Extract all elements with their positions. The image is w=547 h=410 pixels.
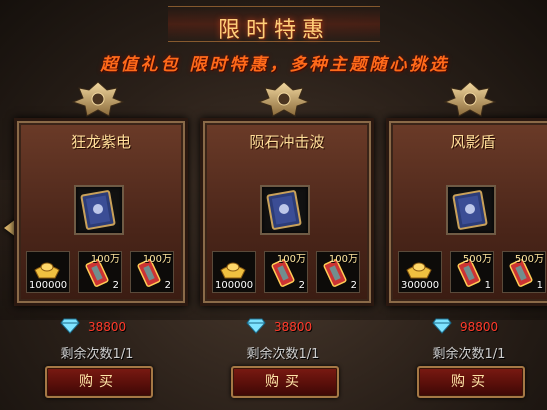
reward-count: 300000 [401, 280, 440, 291]
reward-slot[interactable]: 100万 2 [78, 251, 122, 293]
reward-items: 300000 500万 1 500万 1 [396, 251, 546, 293]
reward-slot[interactable]: 100000 [26, 251, 70, 293]
dragon-ornament-icon [63, 80, 133, 124]
offer-card: 风影盾 300000 500万 1 500万 1 [386, 118, 547, 306]
page-title: 限时特惠 [217, 18, 330, 43]
reward-count: 2 [350, 280, 357, 291]
dragon-ornament-icon [435, 80, 505, 124]
reward-count: 2 [298, 280, 305, 291]
reward-amount: 100万 [142, 254, 172, 265]
diamond-icon [60, 318, 80, 338]
reward-slot[interactable]: 500万 1 [450, 251, 494, 293]
reward-slot[interactable]: 100万 2 [316, 251, 360, 293]
reward-amount: 500万 [462, 254, 492, 265]
reward-count: 100000 [29, 280, 68, 291]
offer-card: 狂龙紫电 100000 100万 2 100万 2 [14, 118, 188, 306]
reward-amount: 100万 [276, 254, 306, 265]
remaining-count: 剩余次数1/1 [60, 347, 134, 362]
reward-count: 100000 [215, 280, 254, 291]
price-value: 38800 [274, 320, 313, 334]
diamond-icon [246, 318, 266, 338]
offer-card-name: 狂龙紫电 [70, 133, 131, 151]
reward-items: 100000 100万 2 100万 2 [24, 251, 174, 293]
buy-button[interactable]: 购买 [45, 366, 153, 398]
remaining-count: 剩余次数1/1 [432, 347, 506, 362]
skill-book-icon[interactable] [446, 185, 496, 235]
price-row: 38800 [246, 318, 386, 336]
reward-count: 1 [484, 280, 491, 291]
reward-count: 2 [112, 280, 119, 291]
remaining-count: 剩余次数1/1 [246, 347, 320, 362]
dragon-ornament-icon [249, 80, 319, 124]
price-value: 38800 [88, 320, 127, 334]
reward-slot[interactable]: 100000 [212, 251, 256, 293]
buy-button[interactable]: 购买 [231, 366, 339, 398]
reward-slot[interactable]: 100万 2 [130, 251, 174, 293]
reward-amount: 100万 [328, 254, 358, 265]
offer-card-name: 陨石冲击波 [249, 133, 325, 151]
buy-button[interactable]: 购买 [417, 366, 525, 398]
title-banner: 限时特惠 [168, 6, 380, 43]
skill-book-icon[interactable] [74, 185, 124, 235]
reward-count: 2 [164, 280, 171, 291]
price-row: 98800 [432, 318, 547, 336]
offer-card-name: 风影盾 [450, 133, 496, 151]
reward-slot[interactable]: 300000 [398, 251, 442, 293]
offer-card: 陨石冲击波 100000 100万 2 100万 2 [200, 118, 374, 306]
reward-amount: 500万 [514, 254, 544, 265]
price-value: 98800 [460, 320, 499, 334]
page-subtitle: 超值礼包 限时特惠，多种主题随心挑选 [100, 55, 450, 75]
reward-amount: 100万 [90, 254, 120, 265]
reward-items: 100000 100万 2 100万 2 [210, 251, 360, 293]
skill-book-icon[interactable] [260, 185, 310, 235]
diamond-icon [432, 318, 452, 338]
price-row: 38800 [60, 318, 200, 336]
reward-slot[interactable]: 500万 1 [502, 251, 546, 293]
reward-count: 1 [536, 280, 543, 291]
reward-slot[interactable]: 100万 2 [264, 251, 308, 293]
